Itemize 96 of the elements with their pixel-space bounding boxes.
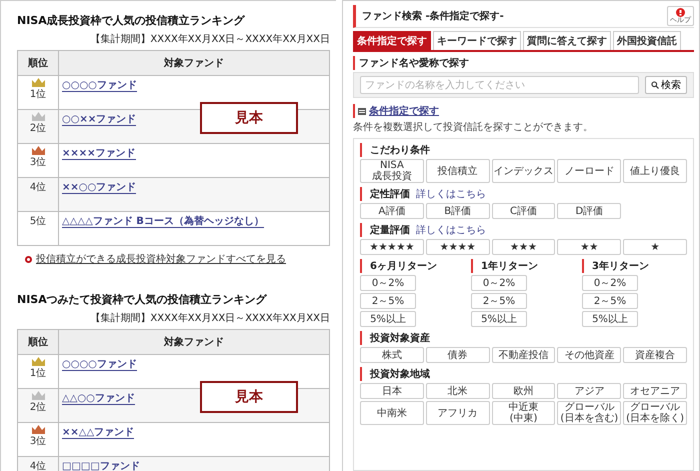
option-button[interactable]: B評価 [426, 203, 490, 219]
detail-link[interactable]: 詳しくはこちら [416, 187, 486, 201]
tab[interactable]: 条件指定で探す [353, 31, 431, 50]
option-button[interactable]: アジア [557, 383, 622, 399]
sample-stamp: 見本 [200, 102, 298, 134]
option-button[interactable]: NISA 成長投資 [360, 159, 424, 183]
section-heading: 定性評価 [370, 187, 410, 201]
section-heading: ファンド名や愛称で探す [353, 56, 694, 70]
option-button[interactable]: アフリカ [426, 401, 490, 425]
crown-icon [32, 425, 44, 434]
option-button[interactable]: 0～2% [582, 275, 638, 291]
option-button[interactable]: 中南米 [360, 401, 424, 425]
section-heading: こだわり条件 [370, 144, 430, 157]
option-button[interactable]: 2～5% [471, 293, 527, 309]
ranking-title: NISA成長投資枠で人気の投信積立ランキング [17, 13, 246, 28]
rank-label: 1位 [30, 367, 46, 380]
section-heading: 定量評価 [370, 223, 410, 237]
period-text: 【集計期間】XXXX年XX月XX日～XXXX年XX月XX日 [89, 32, 330, 46]
option-button[interactable]: C評価 [492, 203, 556, 219]
option-button[interactable]: 値上り優良 [623, 159, 687, 183]
section-heading: 投資対象資産 [370, 331, 430, 345]
bullet-icon [25, 256, 32, 262]
option-button[interactable]: A評価 [360, 203, 424, 219]
option-button[interactable]: ★★★★★ [360, 239, 424, 255]
fund-link[interactable]: ××△△ファンド [62, 427, 134, 439]
option-button[interactable]: 2～5% [582, 293, 638, 309]
page-title: ファンド検索 -条件指定で探す- [362, 9, 504, 23]
option-button[interactable]: ★★ [557, 239, 622, 255]
option-button[interactable]: 日本 [360, 383, 424, 399]
fund-link[interactable]: △△○○ファンド [62, 393, 135, 405]
crown-icon [32, 146, 44, 155]
option-button[interactable]: ★★★★ [426, 239, 490, 255]
more-link[interactable]: 投信積立ができる成長投資枠対象ファンドすべてを見る [36, 252, 286, 266]
option-button[interactable]: 0～2% [360, 275, 416, 291]
column-header: 順位 [18, 330, 58, 354]
fund-link[interactable]: □□□□ファンド [62, 461, 140, 471]
rank-label: 5位 [30, 215, 46, 228]
tab[interactable]: キーワードで探す [433, 31, 521, 50]
crown-icon [32, 112, 44, 121]
fund-link[interactable]: ○○○○ファンド [62, 80, 137, 92]
column-header: 対象ファンド [58, 50, 330, 76]
rank-label: 4位 [30, 460, 46, 471]
option-button[interactable]: 5%以上 [360, 311, 416, 327]
option-button[interactable]: 0～2% [471, 275, 527, 291]
option-button[interactable]: 5%以上 [471, 311, 527, 327]
description-text: 条件を複数選択して投資信託を探すことができます。 [353, 120, 594, 134]
crown-icon [32, 78, 44, 87]
rank-label: 3位 [30, 435, 46, 448]
option-button[interactable]: 不動産投信 [492, 347, 556, 363]
section-heading: 投資対象地域 [370, 367, 430, 381]
fund-link[interactable]: ○○○○ファンド [62, 359, 137, 371]
search-field[interactable]: ファンドの名称を入力してください [360, 76, 639, 94]
detail-link[interactable]: 詳しくはこちら [416, 223, 486, 237]
rank-label: 2位 [30, 122, 46, 135]
help-icon [676, 8, 685, 17]
option-button[interactable]: 中近東 (中東) [492, 401, 556, 425]
option-button[interactable]: 債券 [426, 347, 490, 363]
option-button[interactable]: グローバル (日本を含む) [557, 401, 622, 425]
option-button[interactable]: インデックス [492, 159, 556, 183]
search-button[interactable]: 検索 [645, 76, 687, 94]
rank-label: 3位 [30, 156, 46, 169]
fund-link[interactable]: ××××ファンド [62, 148, 136, 160]
option-button[interactable]: 北米 [426, 383, 490, 399]
option-button[interactable]: 欧州 [492, 383, 556, 399]
tab[interactable]: 質問に答えて探す [523, 31, 611, 50]
crown-icon [32, 391, 44, 400]
column-header: 対象ファンド [58, 330, 330, 354]
option-button[interactable]: 株式 [360, 347, 424, 363]
condition-link[interactable]: 条件指定で探す [369, 104, 439, 118]
option-button[interactable]: D評価 [557, 203, 622, 219]
section-heading: 3年リターン [592, 260, 649, 273]
crown-icon [32, 357, 44, 366]
option-button[interactable]: 資産複合 [623, 347, 687, 363]
section-heading: 6ヶ月リターン [370, 260, 437, 273]
section-heading: 1年リターン [481, 260, 538, 273]
rank-label: 1位 [30, 88, 46, 101]
ranking-title: NISAつみたて投資枠で人気の投信積立ランキング [17, 292, 268, 307]
column-header: 順位 [18, 50, 58, 76]
option-button[interactable]: ノーロード [557, 159, 622, 183]
option-button[interactable]: ★ [623, 239, 687, 255]
fund-link[interactable]: ××○○ファンド [62, 182, 136, 194]
option-button[interactable]: 2～5% [360, 293, 416, 309]
option-button[interactable]: ★★★ [492, 239, 556, 255]
tab[interactable]: 外国投資信託 [613, 31, 681, 50]
fund-link[interactable]: ○○××ファンド [62, 114, 136, 126]
option-button[interactable]: オセアニア [623, 383, 687, 399]
search-icon [651, 81, 659, 89]
option-button[interactable]: 投信積立 [426, 159, 490, 183]
option-button[interactable]: その他資産 [557, 347, 622, 363]
rank-label: 2位 [30, 401, 46, 414]
period-text: 【集計期間】XXXX年XX月XX日～XXXX年XX月XX日 [89, 312, 330, 325]
rank-label: 4位 [30, 181, 46, 194]
sample-stamp: 見本 [200, 381, 298, 413]
option-button[interactable]: グローバル (日本を除く) [623, 401, 687, 425]
list-icon [358, 108, 366, 114]
option-button[interactable]: 5%以上 [582, 311, 638, 327]
